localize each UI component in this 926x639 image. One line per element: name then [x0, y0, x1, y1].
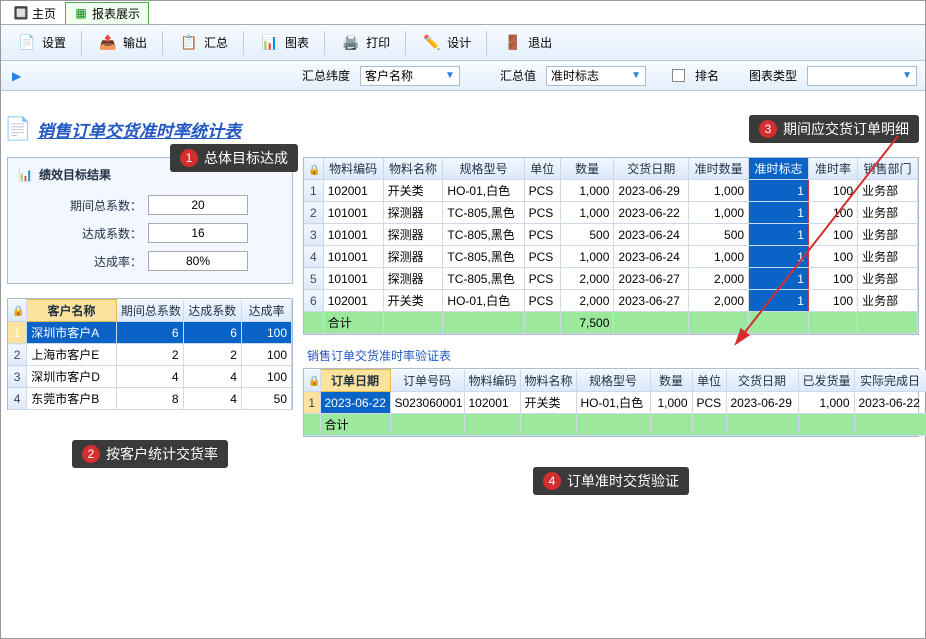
tab-report-label: 报表展示 [92, 5, 140, 22]
export-button[interactable]: 📤输出 [90, 29, 154, 57]
kpi-panel: 1总体目标达成 📊绩效目标结果 期间总系数：20达成系数：16达成率：80% [7, 157, 293, 284]
kpi-label: 期间总系数： [52, 197, 142, 214]
detail-grid[interactable]: 物料编码物料名称规格型号单位数量交货日期准时数量准时标志准时率销售部门11020… [303, 157, 919, 335]
kpi-value: 16 [148, 223, 248, 243]
rank-label: 排名 [695, 67, 719, 84]
rank-checkbox[interactable] [672, 69, 685, 82]
sub-title: 销售订单交货准时率验证表 [307, 347, 919, 364]
settings-button[interactable]: 📄设置 [9, 29, 73, 57]
print-button[interactable]: 🖨️打印 [333, 29, 397, 57]
chart-button[interactable]: 📊图表 [252, 29, 316, 57]
verify-grid[interactable]: 订单日期订单号码物料编码物料名称规格型号数量单位交货日期已发货量实际完成日120… [303, 368, 919, 437]
doc-icon: 📄 [7, 118, 29, 140]
kpi-title: 绩效目标结果 [39, 166, 111, 183]
print-icon: 🖨️ [340, 32, 362, 54]
report-icon: ▦ [74, 6, 88, 20]
kpi-value: 20 [148, 195, 248, 215]
bar-icon: 📊 [18, 168, 33, 182]
design-icon: ✏️ [421, 32, 443, 54]
summary-icon: 📋 [178, 32, 200, 54]
gear-icon: 📄 [16, 32, 38, 54]
kpi-label: 达成系数： [52, 225, 142, 242]
tab-home-label: 主页 [32, 5, 56, 22]
chevron-down-icon: ▼ [902, 70, 912, 81]
chart-type-label: 图表类型 [749, 67, 797, 84]
summary-button[interactable]: 📋汇总 [171, 29, 235, 57]
kpi-label: 达成率： [52, 253, 142, 270]
export-icon: 📤 [97, 32, 119, 54]
val-dropdown[interactable]: 准时标志 ▼ [546, 66, 646, 86]
chevron-down-icon: ▼ [631, 70, 641, 81]
filter-bar: ▶ 汇总纬度 客户名称 ▼ 汇总值 准时标志 ▼ 排名 图表类型 ▼ [1, 61, 925, 91]
chevron-down-icon: ▼ [445, 70, 455, 81]
exit-icon: 🚪 [502, 32, 524, 54]
design-button[interactable]: ✏️设计 [414, 29, 478, 57]
tag-2: 2按客户统计交货率 [72, 440, 228, 468]
toolbar: 📄设置 📤输出 📋汇总 📊图表 🖨️打印 ✏️设计 🚪退出 [1, 25, 925, 61]
tab-home[interactable]: 🔲 主页 [5, 2, 65, 24]
expand-icon[interactable]: ▶ [9, 69, 24, 83]
dim-label: 汇总纬度 [302, 67, 350, 84]
kpi-value: 80% [148, 251, 248, 271]
tag-1: 1总体目标达成 [170, 144, 298, 172]
report-title: 📄 销售订单交货准时率统计表 [7, 117, 241, 142]
home-icon: 🔲 [14, 6, 28, 20]
chart-type-dropdown[interactable]: ▼ [807, 66, 917, 86]
top-tabs: 🔲 主页 ▦ 报表展示 [1, 1, 925, 25]
tag-3: 3期间应交货订单明细 [749, 115, 919, 143]
exit-button[interactable]: 🚪退出 [495, 29, 559, 57]
customer-grid[interactable]: 客户名称期间总系数达成系数达成率1深圳市客户A661002上海市客户E22100… [7, 298, 293, 410]
tag-4: 4订单准时交货验证 [533, 467, 689, 495]
dim-dropdown[interactable]: 客户名称 ▼ [360, 66, 460, 86]
chart-icon: 📊 [259, 32, 281, 54]
tab-report[interactable]: ▦ 报表展示 [65, 2, 149, 24]
val-label: 汇总值 [500, 67, 536, 84]
